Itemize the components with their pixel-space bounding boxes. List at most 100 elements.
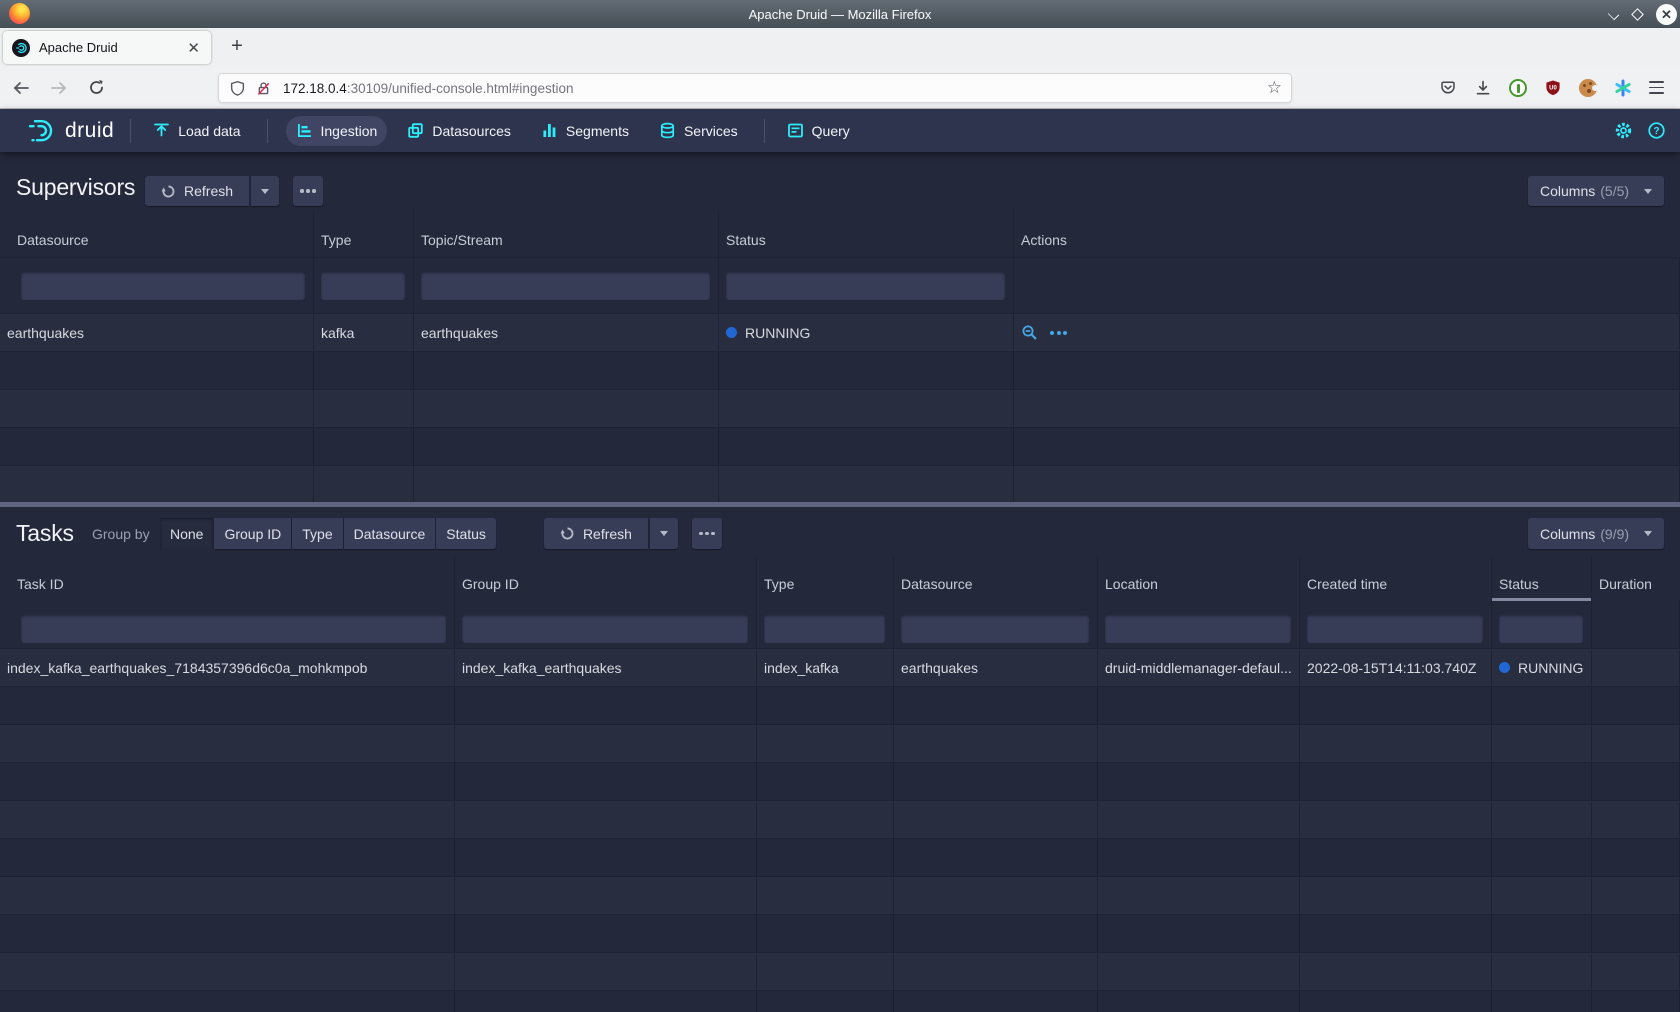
- empty-row: [0, 839, 1680, 877]
- window-title: Apache Druid — Mozilla Firefox: [0, 7, 1680, 22]
- supervisors-filter-datasource[interactable]: [21, 272, 305, 300]
- supervisors-header-datasource[interactable]: Datasource: [0, 210, 314, 257]
- task-datasource: earthquakes: [894, 649, 1098, 686]
- druid-navbar: druid Load data Ingestion Datasources Se…: [0, 109, 1680, 152]
- tasks-filter-group-id[interactable]: [462, 615, 748, 643]
- help-icon[interactable]: ?: [1647, 121, 1666, 140]
- back-icon[interactable]: [12, 80, 30, 96]
- browser-tab[interactable]: Apache Druid ✕: [3, 31, 211, 64]
- tasks-header-task-id[interactable]: Task ID: [0, 556, 455, 601]
- tasks-columns-count: (9/9): [1600, 526, 1629, 542]
- nav-services-label: Services: [684, 123, 738, 139]
- window-maximize-icon[interactable]: [1631, 8, 1644, 21]
- tasks-filter-created-time[interactable]: [1307, 615, 1483, 643]
- nav-segments[interactable]: Segments: [531, 116, 639, 146]
- supervisors-header-status[interactable]: Status: [719, 210, 1014, 257]
- tasks-filter-task-id[interactable]: [21, 615, 446, 643]
- tasks-header-status[interactable]: Status: [1492, 556, 1592, 601]
- supervisors-header-topic[interactable]: Topic/Stream: [414, 210, 719, 257]
- tasks-more-button[interactable]: [692, 518, 722, 549]
- supervisors-hscrollbar[interactable]: [0, 502, 1680, 507]
- tasks-filter-type[interactable]: [764, 615, 885, 643]
- nav-divider: [764, 119, 765, 143]
- reload-icon[interactable]: [88, 79, 105, 96]
- empty-row: [0, 915, 1680, 953]
- supervisor-row[interactable]: earthquakes kafka earthquakes RUNNING: [0, 314, 1680, 352]
- druid-logo[interactable]: druid: [28, 118, 114, 144]
- tab-close-icon[interactable]: ✕: [185, 39, 202, 57]
- group-by-type-button[interactable]: Type: [292, 518, 342, 549]
- empty-row: [0, 390, 1680, 428]
- task-location: druid-middlemanager-defaul...: [1098, 649, 1300, 686]
- tasks-header-location[interactable]: Location: [1098, 556, 1300, 601]
- extension-green-icon[interactable]: [1509, 79, 1527, 97]
- empty-row: [0, 725, 1680, 763]
- tasks-header-created-time[interactable]: Created time: [1300, 556, 1492, 601]
- empty-row: [0, 877, 1680, 915]
- cookie-extension-icon[interactable]: [1579, 79, 1597, 97]
- new-tab-button[interactable]: +: [224, 34, 250, 60]
- supervisors-filter-topic[interactable]: [421, 272, 710, 300]
- supervisors-columns-button[interactable]: Columns (5/5): [1528, 176, 1664, 206]
- tasks-filter-status[interactable]: [1499, 615, 1583, 643]
- tasks-refresh-button[interactable]: Refresh: [544, 518, 648, 549]
- empty-row: [0, 801, 1680, 839]
- supervisors-filter-type[interactable]: [321, 272, 405, 300]
- tasks-header-datasource[interactable]: Datasource: [894, 556, 1098, 601]
- supervisors-header-type[interactable]: Type: [314, 210, 414, 257]
- tasks-filter-datasource[interactable]: [901, 615, 1089, 643]
- supervisors-refresh-button[interactable]: Refresh: [145, 176, 249, 206]
- nav-datasources[interactable]: Datasources: [397, 116, 521, 146]
- datasources-icon: [407, 122, 424, 139]
- settings-gear-icon[interactable]: [1614, 121, 1633, 140]
- ublock-icon[interactable]: U0: [1544, 79, 1562, 97]
- extension-asterisk-icon[interactable]: [1614, 79, 1632, 97]
- tasks-header-group-id[interactable]: Group ID: [455, 556, 757, 601]
- nav-load-data[interactable]: Load data: [143, 116, 250, 146]
- query-icon: [787, 122, 804, 139]
- shield-icon[interactable]: [229, 80, 246, 97]
- group-by-status-button[interactable]: Status: [436, 518, 496, 549]
- group-by-datasource-button[interactable]: Datasource: [344, 518, 436, 549]
- supervisors-header-actions[interactable]: Actions: [1014, 210, 1680, 257]
- empty-row: [0, 991, 1680, 1012]
- tasks-header-duration[interactable]: Duration: [1592, 556, 1680, 601]
- group-by-none-button[interactable]: None: [160, 518, 213, 549]
- tasks-columns-button[interactable]: Columns (9/9): [1528, 518, 1664, 549]
- group-by-group-id-button[interactable]: Group ID: [214, 518, 291, 549]
- menu-icon[interactable]: [1649, 81, 1664, 93]
- refresh-icon: [560, 526, 575, 541]
- nav-services[interactable]: Services: [649, 116, 748, 146]
- tasks-header-type[interactable]: Type: [757, 556, 894, 601]
- window-minimize-icon[interactable]: [1609, 9, 1619, 19]
- supervisors-table: Datasource Type Topic/Stream Status Acti…: [0, 210, 1680, 504]
- task-row[interactable]: index_kafka_earthquakes_7184357396d6c0a_…: [0, 649, 1680, 687]
- download-icon[interactable]: [1474, 79, 1492, 97]
- ingestion-icon: [296, 122, 313, 139]
- empty-row: [0, 953, 1680, 991]
- forward-icon[interactable]: [50, 80, 68, 96]
- pocket-icon[interactable]: [1439, 79, 1457, 97]
- url-text[interactable]: 172.18.0.4:30109/unified-console.html#in…: [283, 81, 573, 96]
- supervisors-refresh-dropdown[interactable]: [251, 176, 279, 206]
- tasks-refresh-label: Refresh: [583, 526, 632, 542]
- tasks-header-status-label: Status: [1499, 576, 1539, 592]
- url-bar[interactable]: 172.18.0.4:30109/unified-console.html#in…: [218, 73, 1292, 103]
- nav-ingestion[interactable]: Ingestion: [286, 116, 388, 146]
- nav-query-label: Query: [812, 123, 850, 139]
- svg-text:?: ?: [1653, 126, 1659, 137]
- magnify-action-icon[interactable]: [1021, 324, 1038, 341]
- nav-datasources-label: Datasources: [432, 123, 511, 139]
- lock-disabled-icon[interactable]: [255, 80, 272, 97]
- window-close-icon[interactable]: ✕: [1656, 4, 1677, 25]
- tasks-filter-location[interactable]: [1105, 615, 1291, 643]
- empty-row: [0, 687, 1680, 725]
- nav-query[interactable]: Query: [777, 116, 860, 146]
- row-more-actions-icon[interactable]: [1050, 331, 1067, 335]
- tasks-refresh-dropdown[interactable]: [650, 518, 678, 549]
- supervisors-more-button[interactable]: [293, 176, 323, 206]
- supervisors-columns-label: Columns: [1540, 183, 1595, 199]
- tasks-columns-label: Columns: [1540, 526, 1595, 542]
- supervisors-filter-status[interactable]: [726, 272, 1005, 300]
- bookmark-star-icon[interactable]: ☆: [1267, 78, 1282, 98]
